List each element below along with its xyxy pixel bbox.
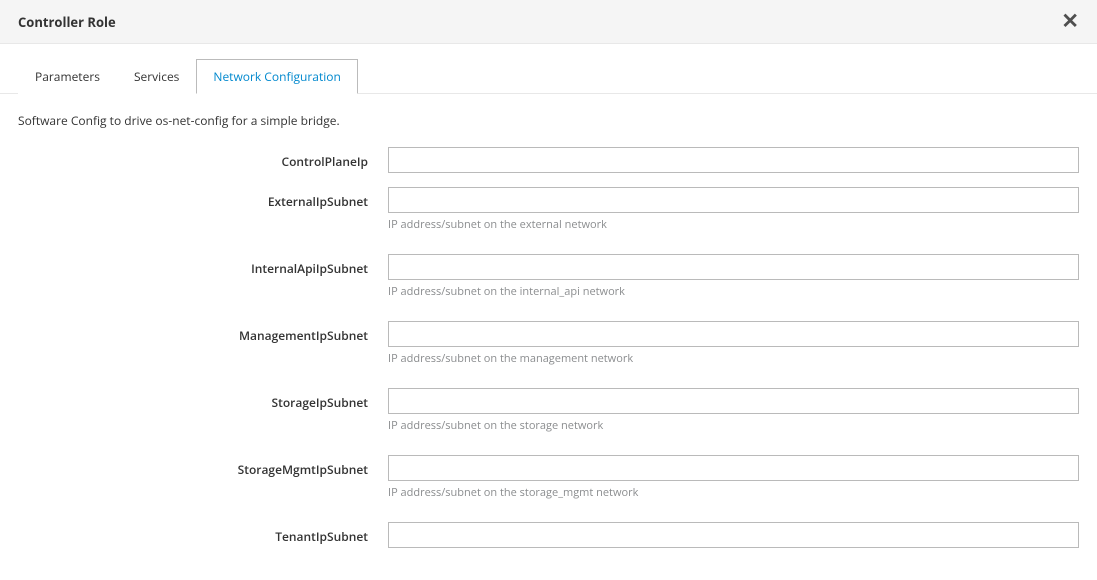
label-externalipsubnet: ExternalIpSubnet [18, 187, 388, 210]
input-controlplaneip[interactable] [388, 147, 1079, 173]
help-internalapipsubnet: IP address/subnet on the internal_api ne… [388, 284, 1079, 299]
tab-parameters[interactable]: Parameters [18, 59, 117, 94]
input-managementipsubnet[interactable] [388, 321, 1079, 347]
form-row-managementipsubnet: ManagementIpSubnet IP address/subnet on … [18, 321, 1079, 380]
input-tenantipsubnet[interactable] [388, 522, 1079, 548]
input-storagemgmtipsubnet[interactable] [388, 455, 1079, 481]
form-description: Software Config to drive os-net-config f… [18, 112, 1079, 129]
label-controlplaneip: ControlPlaneIp [18, 147, 388, 170]
input-internalapipsubnet[interactable] [388, 254, 1079, 280]
control-wrap: IP address/subnet on the internal_api ne… [388, 254, 1079, 313]
close-button[interactable]: ✕ [1061, 11, 1079, 32]
dialog-title: Controller Role [18, 13, 116, 31]
label-internalapipsubnet: InternalApiIpSubnet [18, 254, 388, 277]
help-managementipsubnet: IP address/subnet on the management netw… [388, 351, 1079, 366]
tab-bar: Parameters Services Network Configuratio… [0, 44, 1097, 94]
tab-services[interactable]: Services [117, 59, 196, 94]
close-icon: ✕ [1061, 10, 1079, 33]
control-wrap: IP address/subnet on the storage network [388, 388, 1079, 447]
form-row-internalapipsubnet: InternalApiIpSubnet IP address/subnet on… [18, 254, 1079, 313]
label-tenantipsubnet: TenantIpSubnet [18, 522, 388, 545]
tab-network-configuration[interactable]: Network Configuration [196, 59, 357, 94]
content-panel: Software Config to drive os-net-config f… [0, 94, 1097, 580]
label-storageipsubnet: StorageIpSubnet [18, 388, 388, 411]
input-externalipsubnet[interactable] [388, 187, 1079, 213]
help-storageipsubnet: IP address/subnet on the storage network [388, 418, 1079, 433]
help-externalipsubnet: IP address/subnet on the external networ… [388, 217, 1079, 232]
help-storagemgmtipsubnet: IP address/subnet on the storage_mgmt ne… [388, 485, 1079, 500]
form-row-controlplaneip: ControlPlaneIp [18, 147, 1079, 173]
control-wrap: IP address/subnet on the external networ… [388, 187, 1079, 246]
form-row-storageipsubnet: StorageIpSubnet IP address/subnet on the… [18, 388, 1079, 447]
control-wrap: IP address/subnet on the storage_mgmt ne… [388, 455, 1079, 514]
form-row-storagemgmtipsubnet: StorageMgmtIpSubnet IP address/subnet on… [18, 455, 1079, 514]
control-wrap [388, 147, 1079, 173]
form-row-tenantipsubnet: TenantIpSubnet [18, 522, 1079, 548]
form-row-externalipsubnet: ExternalIpSubnet IP address/subnet on th… [18, 187, 1079, 246]
control-wrap: IP address/subnet on the management netw… [388, 321, 1079, 380]
label-storagemgmtipsubnet: StorageMgmtIpSubnet [18, 455, 388, 478]
input-storageipsubnet[interactable] [388, 388, 1079, 414]
dialog-header: Controller Role ✕ [0, 0, 1097, 44]
label-managementipsubnet: ManagementIpSubnet [18, 321, 388, 344]
control-wrap [388, 522, 1079, 548]
